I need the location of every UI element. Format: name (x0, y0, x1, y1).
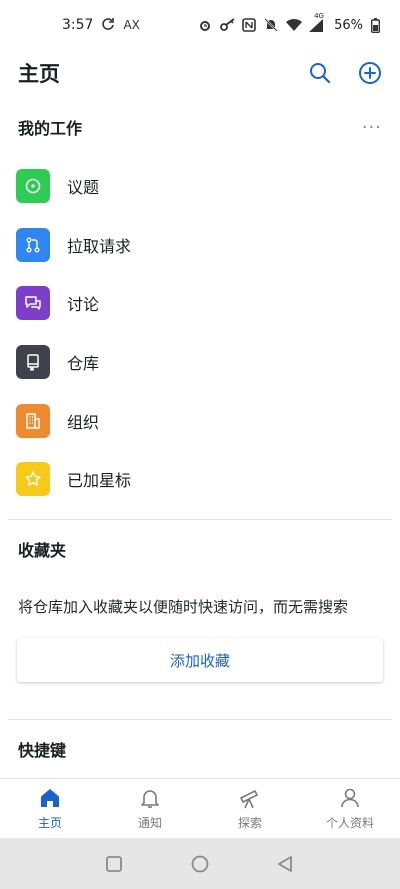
shortcuts-header: 快捷键 (0, 734, 400, 764)
star-icon (16, 462, 50, 497)
telescope-icon (238, 786, 262, 810)
tab-label: 主页 (37, 816, 62, 830)
tab-label: 通知 (137, 816, 162, 830)
wifi-icon (286, 18, 303, 32)
network-type: 4G (314, 12, 324, 20)
repository-icon (16, 345, 50, 380)
work-item-label: 仓库 (67, 354, 100, 374)
work-item-organizations[interactable]: 组织 (0, 391, 400, 450)
organization-icon (16, 403, 50, 438)
mute-icon (264, 18, 278, 32)
battery-percent: 56% (334, 17, 363, 33)
nfc-icon (242, 18, 256, 32)
recents-icon[interactable] (104, 854, 124, 874)
carrier-text: AX (123, 18, 140, 32)
page-title: 主页 (18, 62, 60, 86)
work-item-repositories[interactable]: 仓库 (0, 333, 400, 392)
status-time: 3:57 (62, 17, 94, 33)
discussion-icon (16, 286, 50, 321)
my-work-heading: 我的工作 (18, 119, 83, 138)
more-options-icon[interactable]: ··· (362, 117, 382, 138)
work-item-label: 议题 (67, 178, 100, 198)
status-bar: 3:57 AX 4G 56% (0, 0, 400, 50)
work-item-label: 拉取请求 (67, 236, 132, 256)
work-item-label: 已加星标 (67, 471, 132, 491)
my-work-list: 议题 拉取请求 讨论 仓库 组织 已加星标 (0, 157, 400, 509)
work-item-label: 组织 (67, 412, 100, 432)
work-item-starred[interactable]: 已加星标 (0, 450, 400, 509)
plus-circle-icon[interactable] (358, 61, 382, 85)
back-triangle-icon[interactable] (276, 854, 296, 874)
tab-home[interactable]: 主页 (0, 779, 100, 838)
tab-notifications[interactable]: 通知 (100, 779, 200, 838)
tab-explore[interactable]: 探索 (200, 779, 300, 838)
tab-label: 探索 (237, 816, 262, 830)
signal-icon: 4G (308, 12, 326, 32)
issue-icon (16, 169, 50, 204)
shortcuts-heading: 快捷键 (18, 741, 67, 760)
favorites-header: 收藏夹 (0, 534, 400, 564)
pull-request-icon (16, 227, 50, 262)
tab-label: 个人资料 (325, 816, 374, 830)
search-icon[interactable] (308, 61, 332, 85)
work-item-label: 讨论 (67, 295, 100, 315)
work-item-issues[interactable]: 议题 (0, 157, 400, 216)
tab-profile[interactable]: 个人资料 (300, 779, 400, 838)
home-circle-icon[interactable] (190, 854, 210, 874)
alarm-icon (198, 18, 212, 32)
header-actions (308, 61, 382, 85)
add-favorite-button[interactable]: 添加收藏 (17, 638, 383, 682)
section-divider (8, 519, 392, 520)
battery-icon (370, 18, 380, 34)
favorites-heading: 收藏夹 (18, 541, 67, 560)
bottom-tab-bar: 主页 通知 探索 个人资料 (0, 778, 400, 838)
key-icon (220, 18, 235, 32)
work-item-pull-requests[interactable]: 拉取请求 (0, 216, 400, 275)
section-divider (8, 719, 392, 720)
system-nav-bar (0, 838, 400, 889)
app-header: 主页 (0, 50, 400, 96)
work-item-discussions[interactable]: 讨论 (0, 274, 400, 333)
status-icons: 4G 56% (198, 12, 380, 34)
bell-icon (138, 786, 162, 810)
my-work-header: 我的工作 ··· (0, 112, 400, 142)
sync-icon (101, 17, 115, 34)
person-icon (338, 786, 362, 810)
favorites-description: 将仓库加入收藏夹以便随时快速访问，而无需搜索 (18, 598, 349, 616)
home-icon (38, 786, 62, 810)
